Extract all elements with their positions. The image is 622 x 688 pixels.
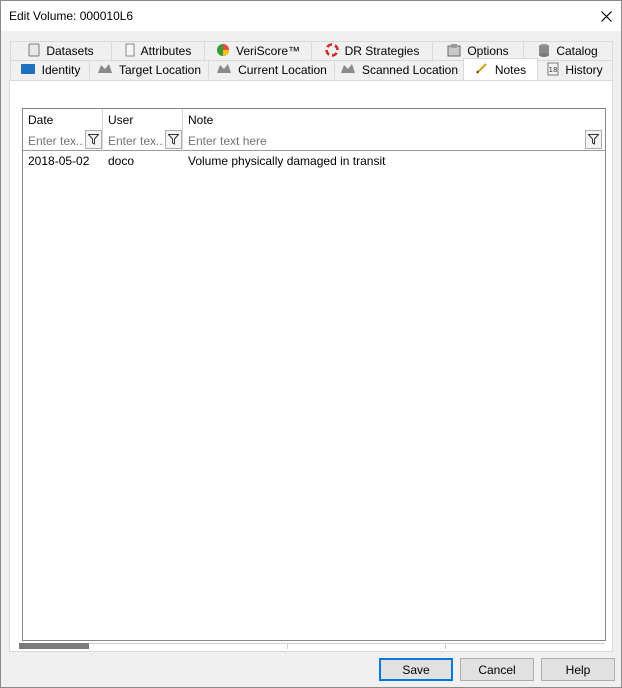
filter-icon — [88, 134, 99, 145]
tab-label: DR Strategies — [344, 44, 420, 58]
close-icon — [600, 10, 612, 22]
tab-label: Attributes — [140, 44, 192, 58]
tab-label: Datasets — [46, 44, 94, 58]
footer-segment — [287, 643, 445, 649]
user-filter-input[interactable] — [108, 133, 164, 149]
note-filter-button[interactable] — [585, 130, 602, 149]
column-user: User — [103, 109, 183, 151]
user-filter-button[interactable] — [165, 130, 182, 149]
column-note: Note — [183, 109, 605, 151]
lifebuoy-icon — [324, 42, 339, 60]
dataset-icon — [28, 43, 40, 60]
title-bar: Edit Volume: 000010L6 — [1, 1, 621, 31]
tab-label: History — [565, 63, 603, 77]
veriscore-icon — [216, 43, 230, 60]
help-button[interactable]: Help — [541, 658, 615, 681]
current-location-icon — [216, 63, 232, 78]
history-icon: 18 — [547, 62, 559, 79]
cell-note: Volume physically damaged in transit — [188, 154, 386, 168]
table-row[interactable]: 2018-05-02 doco Volume physically damage… — [23, 151, 605, 171]
svg-text:18: 18 — [549, 66, 558, 74]
filter-icon — [168, 134, 179, 145]
attributes-icon — [125, 43, 135, 60]
tab-attributes[interactable]: Attributes — [111, 41, 205, 60]
tab-scanned-location[interactable]: Scanned Location — [334, 60, 464, 79]
notes-grid: Date User Note — [22, 108, 606, 641]
tab-label: Identity — [41, 63, 81, 77]
tab-notes[interactable]: Notes — [463, 58, 538, 80]
catalog-icon — [538, 43, 550, 60]
target-location-icon — [97, 63, 113, 78]
tab-datasets[interactable]: Datasets — [10, 41, 112, 60]
cancel-button[interactable]: Cancel — [460, 658, 534, 681]
tab-target-location[interactable]: Target Location — [89, 60, 209, 79]
column-header-user: User — [108, 113, 134, 127]
tab-history[interactable]: 18 History — [537, 60, 613, 79]
close-button[interactable] — [591, 1, 621, 31]
save-button[interactable]: Save — [379, 658, 453, 681]
edit-volume-dialog: Edit Volume: 000010L6 Datasets Attribute… — [0, 0, 622, 688]
column-header-note: Note — [188, 113, 214, 127]
tab-identity[interactable]: Identity — [10, 60, 90, 79]
scanned-location-icon — [340, 63, 356, 78]
notes-tab-panel: Date User Note — [9, 80, 613, 652]
tab-veriscore[interactable]: VeriScore™ — [204, 41, 312, 60]
date-filter-input[interactable] — [28, 133, 84, 149]
tab-label: Notes — [494, 62, 527, 77]
grid-header: Date User Note — [23, 109, 605, 151]
tab-label: VeriScore™ — [235, 44, 301, 58]
filter-icon — [588, 134, 599, 145]
identity-icon — [20, 63, 36, 78]
grid-footer-strip — [19, 643, 605, 649]
tab-label: Catalog — [556, 44, 598, 58]
footer-segment — [445, 643, 605, 649]
window-title: Edit Volume: 000010L6 — [9, 9, 134, 23]
note-filter-input[interactable] — [188, 133, 578, 149]
tab-label: Current Location — [238, 63, 327, 77]
column-header-date: Date — [28, 113, 54, 127]
tab-label: Scanned Location — [361, 63, 459, 77]
column-date: Date — [23, 109, 103, 151]
tab-current-location[interactable]: Current Location — [208, 60, 335, 79]
notes-icon — [475, 61, 489, 78]
cell-date: 2018-05-02 — [28, 154, 90, 168]
cell-user: doco — [108, 154, 135, 168]
date-filter-button[interactable] — [85, 130, 102, 149]
options-icon — [447, 43, 461, 60]
tab-dr-strategies[interactable]: DR Strategies — [311, 41, 433, 60]
footer-segment — [19, 643, 89, 649]
tab-label: Options — [467, 44, 509, 58]
tab-label: Target Location — [118, 63, 202, 77]
footer-segment — [89, 643, 287, 649]
